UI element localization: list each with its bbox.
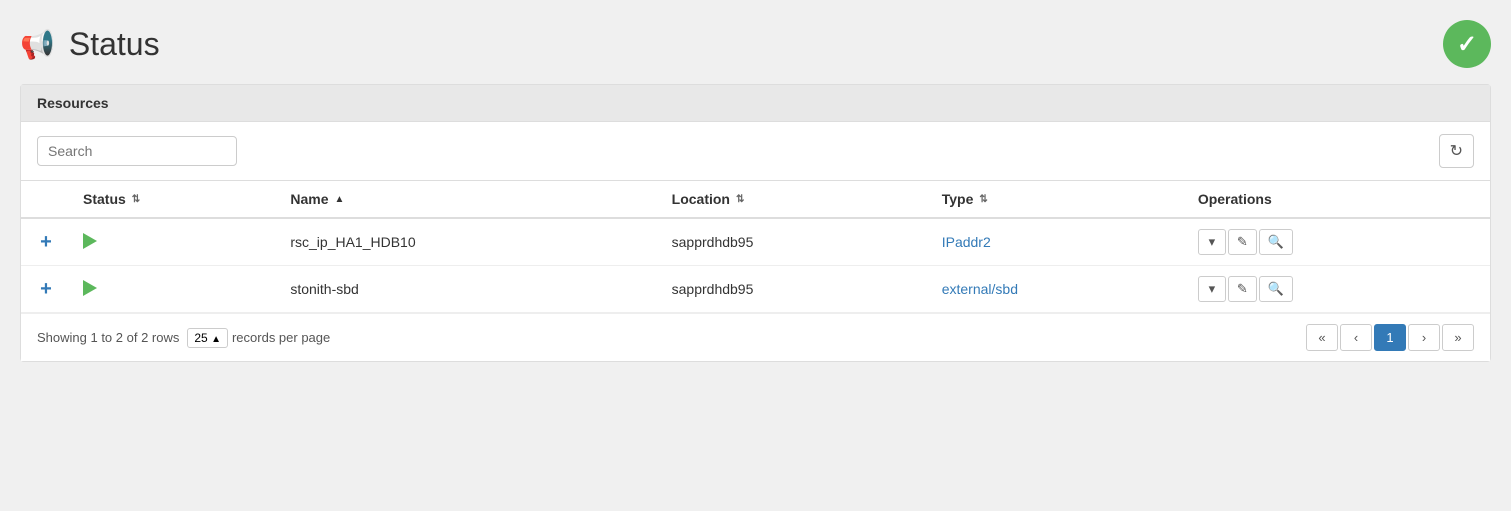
prev-page-button[interactable]: ‹ bbox=[1340, 324, 1372, 351]
row1-expand-cell: + bbox=[21, 218, 71, 266]
row2-expand-cell: + bbox=[21, 266, 71, 313]
add-icon-row2[interactable]: + bbox=[40, 278, 52, 300]
per-page-label: records per page bbox=[232, 330, 330, 345]
refresh-icon: ↻ bbox=[1450, 143, 1463, 160]
col-name[interactable]: Name ▲ bbox=[278, 181, 659, 218]
col-type[interactable]: Type ⇅ bbox=[930, 181, 1186, 218]
per-page-dropdown-btn[interactable]: 25 ▲ bbox=[187, 328, 228, 348]
row2-location-cell: sapprdhdb95 bbox=[660, 266, 930, 313]
resources-panel: Resources ↻ Status ⇅ Name ▲ bbox=[20, 84, 1491, 362]
col-operations: Operations bbox=[1186, 181, 1490, 218]
pagination-controls: « ‹ 1 › » bbox=[1306, 324, 1474, 351]
resources-table: Status ⇅ Name ▲ Location ⇅ bbox=[21, 181, 1490, 313]
edit-btn-row2[interactable]: ✎ bbox=[1228, 276, 1257, 302]
running-icon-row2 bbox=[83, 280, 97, 296]
search-icon-row2: 🔍 bbox=[1268, 281, 1284, 297]
pagination-bar: Showing 1 to 2 of 2 rows 25 ▲ records pe… bbox=[21, 313, 1490, 361]
col-location[interactable]: Location ⇅ bbox=[660, 181, 930, 218]
per-page-select: 25 ▲ records per page bbox=[187, 328, 330, 348]
table-header-row: Status ⇅ Name ▲ Location ⇅ bbox=[21, 181, 1490, 218]
search-icon-row1: 🔍 bbox=[1268, 234, 1284, 250]
resources-header: Resources bbox=[21, 85, 1490, 122]
search-btn-row2[interactable]: 🔍 bbox=[1259, 276, 1293, 302]
page-header: 📢 Status ✓ bbox=[20, 20, 1491, 68]
title-area: 📢 Status bbox=[20, 26, 160, 63]
dropdown-icon-row1: ▾ bbox=[1209, 234, 1216, 250]
add-icon-row1[interactable]: + bbox=[40, 231, 52, 253]
table-row: + stonith-sbd sapprdhdb95 external/sbd bbox=[21, 266, 1490, 313]
row1-ops-cell: ▾ ✎ 🔍 bbox=[1186, 218, 1490, 266]
col-expand bbox=[21, 181, 71, 218]
table-row: + rsc_ip_HA1_HDB10 sapprdhdb95 IPaddr2 bbox=[21, 218, 1490, 266]
search-btn-row1[interactable]: 🔍 bbox=[1259, 229, 1293, 255]
row1-type-cell: IPaddr2 bbox=[930, 218, 1186, 266]
checkmark-icon: ✓ bbox=[1457, 30, 1477, 59]
chevron-down-icon: ▲ bbox=[211, 334, 221, 345]
sort-icon-type: ⇅ bbox=[979, 194, 987, 205]
row1-location-cell: sapprdhdb95 bbox=[660, 218, 930, 266]
next-page-button[interactable]: › bbox=[1408, 324, 1440, 351]
dropdown-btn-row1[interactable]: ▾ bbox=[1198, 229, 1226, 255]
row2-status-cell bbox=[71, 266, 278, 313]
edit-btn-row1[interactable]: ✎ bbox=[1228, 229, 1257, 255]
resources-title: Resources bbox=[37, 95, 109, 111]
sort-icon-location: ⇅ bbox=[736, 194, 744, 205]
row1-name-cell: rsc_ip_HA1_HDB10 bbox=[278, 218, 659, 266]
refresh-button[interactable]: ↻ bbox=[1439, 134, 1474, 168]
col-status[interactable]: Status ⇅ bbox=[71, 181, 278, 218]
sort-icon-name: ▲ bbox=[334, 194, 344, 205]
page-title: Status bbox=[69, 26, 160, 63]
row1-status-cell bbox=[71, 218, 278, 266]
row2-ops-cell: ▾ ✎ 🔍 bbox=[1186, 266, 1490, 313]
sort-icon-status: ⇅ bbox=[132, 194, 140, 205]
dropdown-btn-row2[interactable]: ▾ bbox=[1198, 276, 1226, 302]
status-ok-badge: ✓ bbox=[1443, 20, 1491, 68]
edit-icon-row2: ✎ bbox=[1237, 281, 1248, 297]
megaphone-icon: 📢 bbox=[20, 28, 55, 61]
type-link-row2[interactable]: external/sbd bbox=[942, 281, 1018, 297]
row2-type-cell: external/sbd bbox=[930, 266, 1186, 313]
pagination-info: Showing 1 to 2 of 2 rows 25 ▲ records pe… bbox=[37, 328, 330, 348]
type-link-row1[interactable]: IPaddr2 bbox=[942, 234, 991, 250]
search-input[interactable] bbox=[37, 136, 237, 166]
resources-toolbar: ↻ bbox=[21, 122, 1490, 181]
edit-icon-row1: ✎ bbox=[1237, 234, 1248, 250]
last-page-button[interactable]: » bbox=[1442, 324, 1474, 351]
showing-text: Showing 1 to 2 of 2 rows bbox=[37, 330, 179, 345]
running-icon-row1 bbox=[83, 233, 97, 249]
dropdown-icon-row2: ▾ bbox=[1209, 281, 1216, 297]
current-page-button[interactable]: 1 bbox=[1374, 324, 1406, 351]
row2-name-cell: stonith-sbd bbox=[278, 266, 659, 313]
first-page-button[interactable]: « bbox=[1306, 324, 1338, 351]
